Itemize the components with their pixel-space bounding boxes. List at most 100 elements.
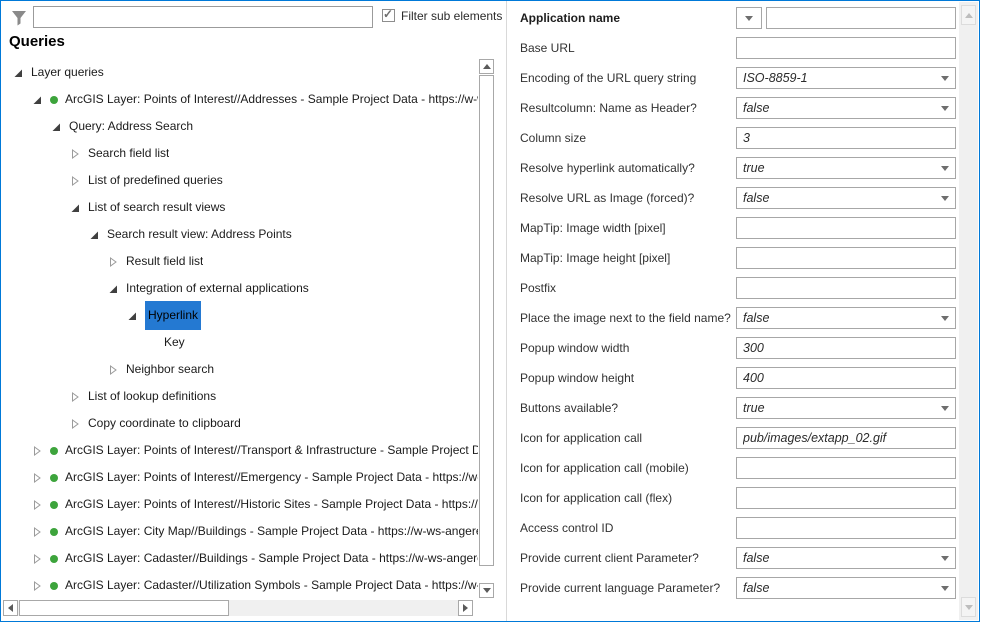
filter-sub-elements-label: Filter sub elements bbox=[401, 9, 502, 23]
expanded-triangle-icon[interactable] bbox=[50, 122, 62, 132]
collapsed-triangle-icon[interactable] bbox=[31, 527, 43, 537]
scroll-up-button[interactable] bbox=[961, 5, 976, 25]
properties-vertical-scrollbar[interactable] bbox=[959, 2, 978, 620]
tree-item-integration-of-external-applications[interactable]: Integration of external applications bbox=[2, 275, 478, 302]
tree-item-key[interactable]: Key bbox=[2, 329, 478, 356]
tree-item-arcgis-layer-points-of-interest-historic-sites-sample-project-data-https-w-ws[interactable]: ArcGIS Layer: Points of Interest//Histor… bbox=[2, 491, 478, 518]
scroll-right-button[interactable] bbox=[458, 600, 473, 616]
tree-horizontal-scrollbar[interactable] bbox=[3, 600, 473, 616]
provide-current-language-parameter-dropdown[interactable]: false bbox=[736, 577, 956, 599]
field-row-resolve-url-as-image-forced: Resolve URL as Image (forced)?false bbox=[507, 183, 959, 213]
maptip-image-width-pixel-input[interactable] bbox=[736, 217, 956, 239]
expanded-triangle-icon[interactable] bbox=[12, 68, 24, 78]
resultcolumn-name-as-header-dropdown[interactable]: false bbox=[736, 97, 956, 119]
tree-item-arcgis-layer-points-of-interest-transport-infrastructure-sample-project-data-h[interactable]: ArcGIS Layer: Points of Interest//Transp… bbox=[2, 437, 478, 464]
column-size-input[interactable] bbox=[736, 127, 956, 149]
expanded-triangle-icon[interactable] bbox=[88, 230, 100, 240]
field-row-resolve-hyperlink-automatically: Resolve hyperlink automatically?true bbox=[507, 153, 959, 183]
collapsed-triangle-icon[interactable] bbox=[31, 446, 43, 456]
access-control-id-input[interactable] bbox=[736, 517, 956, 539]
tree-item-list-of-search-result-views[interactable]: List of search result views bbox=[2, 194, 478, 221]
encoding-of-the-url-query-string-dropdown[interactable]: ISO-8859-1 bbox=[736, 67, 956, 89]
tree-item-arcgis-layer-points-of-interest-emergency-sample-project-data-https-w-ws-an[interactable]: ArcGIS Layer: Points of Interest//Emerge… bbox=[2, 464, 478, 491]
tree-item-search-field-list[interactable]: Search field list bbox=[2, 140, 478, 167]
icon-for-application-call-flex-input[interactable] bbox=[736, 487, 956, 509]
provide-current-client-parameter-dropdown[interactable]: false bbox=[736, 547, 956, 569]
tree-item-query-address-search[interactable]: Query: Address Search bbox=[2, 113, 478, 140]
collapsed-triangle-icon[interactable] bbox=[107, 365, 119, 375]
tree-item-label: List of predefined queries bbox=[88, 167, 223, 194]
scroll-down-button[interactable] bbox=[479, 583, 494, 598]
collapsed-triangle-icon[interactable] bbox=[31, 554, 43, 564]
tree-item-arcgis-layer-cadaster-utilization-symbols-sample-project-data-https-w-ws-an[interactable]: ArcGIS Layer: Cadaster//Utilization Symb… bbox=[2, 572, 478, 599]
icon-for-application-call-input[interactable] bbox=[736, 427, 956, 449]
collapsed-triangle-icon[interactable] bbox=[69, 419, 81, 429]
tree-item-neighbor-search[interactable]: Neighbor search bbox=[2, 356, 478, 383]
chevron-down-icon bbox=[941, 76, 949, 81]
collapsed-triangle-icon[interactable] bbox=[31, 473, 43, 483]
application-name-dropdown-button[interactable] bbox=[736, 7, 762, 29]
collapsed-triangle-icon[interactable] bbox=[107, 257, 119, 267]
tree-item-list-of-predefined-queries[interactable]: List of predefined queries bbox=[2, 167, 478, 194]
scroll-left-button[interactable] bbox=[3, 600, 18, 616]
collapsed-triangle-icon[interactable] bbox=[69, 149, 81, 159]
field-label: Encoding of the URL query string bbox=[520, 71, 736, 85]
tree-vertical-scrollbar[interactable] bbox=[479, 59, 494, 598]
field-row-encoding-of-the-url-query-string: Encoding of the URL query stringISO-8859… bbox=[507, 63, 959, 93]
field-control bbox=[736, 427, 956, 449]
tree-item-label: Copy coordinate to clipboard bbox=[88, 410, 241, 437]
layer-status-dot-icon bbox=[50, 528, 58, 536]
base-url-input[interactable] bbox=[736, 37, 956, 59]
application-name-input[interactable] bbox=[766, 7, 956, 29]
field-row-column-size: Column size bbox=[507, 123, 959, 153]
filter-sub-elements-checkbox[interactable]: ✓ bbox=[382, 9, 395, 22]
tree-item-list-of-lookup-definitions[interactable]: List of lookup definitions bbox=[2, 383, 478, 410]
tree-item-label: ArcGIS Layer: Cadaster//Utilization Symb… bbox=[65, 572, 478, 599]
tree-item-search-result-view-address-points[interactable]: Search result view: Address Points bbox=[2, 221, 478, 248]
tree-item-label: ArcGIS Layer: City Map//Buildings - Samp… bbox=[65, 518, 478, 545]
tree-vscroll-thumb[interactable] bbox=[479, 75, 494, 566]
tree-item-hyperlink[interactable]: Hyperlink bbox=[2, 302, 478, 329]
tree-item-label: Query: Address Search bbox=[69, 113, 193, 140]
field-label: Popup window height bbox=[520, 371, 736, 385]
tree-item-copy-coordinate-to-clipboard[interactable]: Copy coordinate to clipboard bbox=[2, 410, 478, 437]
expanded-triangle-icon[interactable] bbox=[31, 95, 43, 105]
expanded-triangle-icon[interactable] bbox=[107, 284, 119, 294]
postfix-input[interactable] bbox=[736, 277, 956, 299]
tree-item-label: List of lookup definitions bbox=[88, 383, 216, 410]
field-control bbox=[736, 487, 956, 509]
tree-item-arcgis-layer-cadaster-buildings-sample-project-data-https-w-ws-angerer-syn[interactable]: ArcGIS Layer: Cadaster//Buildings - Samp… bbox=[2, 545, 478, 572]
resolve-url-as-image-forced-dropdown[interactable]: false bbox=[736, 187, 956, 209]
field-row-place-the-image-next-to-the-field-name: Place the image next to the field name?f… bbox=[507, 303, 959, 333]
tree-item-arcgis-layer-points-of-interest-addresses-sample-project-data-https-w-ws-an[interactable]: ArcGIS Layer: Points of Interest//Addres… bbox=[2, 86, 478, 113]
tree-item-arcgis-layer-city-map-buildings-sample-project-data-https-w-ws-angerer-syn[interactable]: ArcGIS Layer: City Map//Buildings - Samp… bbox=[2, 518, 478, 545]
collapsed-triangle-icon[interactable] bbox=[31, 500, 43, 510]
application-window: ✓ Filter sub elements Queries Layer quer… bbox=[0, 0, 980, 622]
layer-status-dot-icon bbox=[50, 501, 58, 509]
collapsed-triangle-icon[interactable] bbox=[31, 581, 43, 591]
maptip-image-height-pixel-input[interactable] bbox=[736, 247, 956, 269]
layer-status-dot-icon bbox=[50, 555, 58, 563]
filter-input[interactable] bbox=[33, 6, 373, 28]
place-the-image-next-to-the-field-name-dropdown[interactable]: false bbox=[736, 307, 956, 329]
field-label: Base URL bbox=[520, 41, 736, 55]
collapsed-triangle-icon[interactable] bbox=[69, 392, 81, 402]
field-control bbox=[736, 277, 956, 299]
popup-window-height-input[interactable] bbox=[736, 367, 956, 389]
collapsed-triangle-icon[interactable] bbox=[69, 176, 81, 186]
resolve-hyperlink-automatically-dropdown[interactable]: true bbox=[736, 157, 956, 179]
chevron-down-icon bbox=[941, 106, 949, 111]
tree-hscroll-thumb[interactable] bbox=[19, 600, 229, 616]
expanded-triangle-icon[interactable] bbox=[69, 203, 81, 213]
tree-item-result-field-list[interactable]: Result field list bbox=[2, 248, 478, 275]
scroll-up-button[interactable] bbox=[479, 59, 494, 74]
buttons-available-dropdown[interactable]: true bbox=[736, 397, 956, 419]
field-row-provide-current-client-parameter: Provide current client Parameter?false bbox=[507, 543, 959, 573]
tree-item-label: Hyperlink bbox=[145, 301, 201, 330]
scroll-down-button[interactable] bbox=[961, 597, 976, 617]
expanded-triangle-icon[interactable] bbox=[126, 311, 138, 321]
icon-for-application-call-mobile-input[interactable] bbox=[736, 457, 956, 479]
popup-window-width-input[interactable] bbox=[736, 337, 956, 359]
field-control: false bbox=[736, 547, 956, 569]
tree-item-layer-queries[interactable]: Layer queries bbox=[2, 59, 478, 86]
